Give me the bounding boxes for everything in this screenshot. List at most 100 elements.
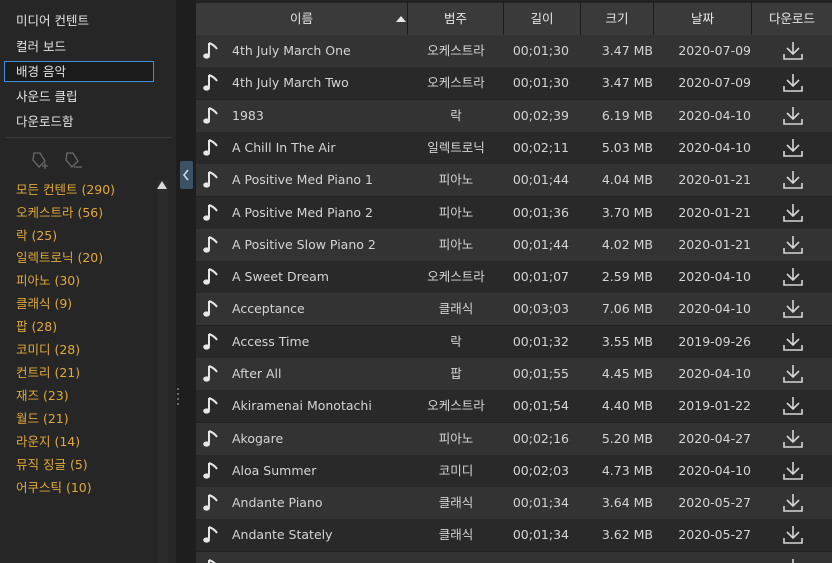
column-header-download[interactable]: 다운로드 <box>752 3 832 35</box>
splitter-grip-icon[interactable] <box>177 388 179 410</box>
table-row[interactable]: Andante Piano 클래식 00;01;34 3.64 MB 2020-05-2… <box>196 487 832 519</box>
category-piano[interactable]: 피아노 (30) <box>16 271 80 291</box>
row-size: 5.20 MB <box>601 431 653 446</box>
column-header-name[interactable]: 이름 <box>196 3 408 35</box>
download-icon[interactable] <box>782 326 808 358</box>
category-music-jingle[interactable]: 뮤직 징글 (5) <box>16 455 88 475</box>
download-icon[interactable] <box>782 390 808 422</box>
nav-sound-clips[interactable]: 사운드 클립 <box>4 86 154 107</box>
category-comedy[interactable]: 코미디 (28) <box>16 340 80 360</box>
column-header-length[interactable]: 길이 <box>504 3 581 35</box>
category-jazz[interactable]: 재즈 (23) <box>16 386 69 406</box>
row-size: 3.70 MB <box>601 205 653 220</box>
table-row[interactable]: A Chill In The Air 일렉트로닉 00;02;11 5.03 MB 20… <box>196 132 832 164</box>
music-note-icon <box>202 100 228 132</box>
row-size: 3.47 MB <box>601 43 653 58</box>
category-pop[interactable]: 팝 (28) <box>16 317 57 337</box>
panel-splitter[interactable] <box>176 0 196 563</box>
download-icon[interactable] <box>782 197 808 229</box>
column-header-size[interactable]: 크기 <box>581 3 654 35</box>
nav-divider <box>6 137 172 138</box>
row-category: 클래식 <box>438 495 474 510</box>
table-row[interactable]: Aloa Summer 코미디 00;02;03 4.73 MB 2020-04-10 <box>196 455 832 487</box>
table-row[interactable]: A Sweet Dream 오케스트라 00;01;07 2.59 MB 2020-04… <box>196 261 832 293</box>
row-category: 피아노 <box>438 172 474 187</box>
download-icon[interactable] <box>782 132 808 164</box>
download-icon[interactable] <box>782 423 808 455</box>
category-all[interactable]: 모든 컨텐트 (290) <box>16 180 115 200</box>
table-header: 이름 범주 길이 크기 날짜 다운로드 <box>196 3 832 35</box>
download-icon[interactable] <box>782 100 808 132</box>
table-row[interactable]: After All 팝 00;01;55 4.45 MB 2020-04-10 <box>196 358 832 390</box>
row-name: A Positive Slow Piano 2 <box>232 237 376 252</box>
download-icon[interactable] <box>782 35 808 67</box>
row-category: 클래식 <box>438 527 474 542</box>
table-row[interactable]: A Positive Slow Piano 2 피아노 00;01;44 4.02 M… <box>196 229 832 261</box>
row-category: 오케스트라 <box>427 43 485 58</box>
table-row[interactable] <box>196 552 832 563</box>
table-row[interactable]: A Positive Med Piano 2 피아노 00;01;36 3.70 MB… <box>196 197 832 229</box>
row-date: 2020-04-10 <box>678 140 751 155</box>
download-icon[interactable] <box>782 229 808 261</box>
collapse-sidebar-button[interactable] <box>180 161 193 189</box>
music-note-icon <box>202 390 228 422</box>
row-length: 00;01;55 <box>512 366 569 381</box>
table-row[interactable]: 4th July March One 오케스트라 00;01;30 3.47 MB 20… <box>196 35 832 67</box>
download-icon[interactable] <box>782 552 808 563</box>
download-icon[interactable] <box>782 164 808 196</box>
download-icon[interactable] <box>782 455 808 487</box>
download-icon[interactable] <box>782 358 808 390</box>
nav-media-content[interactable]: 미디어 컨텐트 <box>4 10 154 31</box>
music-note-icon <box>202 164 228 196</box>
nav-color-board[interactable]: 컬러 보드 <box>4 36 154 57</box>
download-icon[interactable] <box>782 519 808 551</box>
table-row[interactable]: Acceptance 클래식 00;03;03 7.06 MB 2020-04-10 <box>196 293 832 325</box>
table-row[interactable]: 4th July March Two 오케스트라 00;01;30 3.47 MB 20… <box>196 67 832 99</box>
row-name: Acceptance <box>232 301 305 316</box>
music-note-icon <box>202 132 228 164</box>
tag-remove-icon[interactable] <box>61 149 83 171</box>
row-name: Access Time <box>232 334 310 349</box>
music-note-icon <box>202 197 228 229</box>
music-table: 이름 범주 길이 크기 날짜 다운로드 4th July March One 오케… <box>196 0 832 563</box>
music-note-icon <box>202 35 228 67</box>
column-header-category[interactable]: 범주 <box>408 3 504 35</box>
category-acoustic[interactable]: 어쿠스틱 (10) <box>16 478 92 498</box>
category-rock[interactable]: 락 (25) <box>16 226 57 246</box>
tag-add-icon[interactable] <box>28 149 50 171</box>
download-icon[interactable] <box>782 261 808 293</box>
row-length: 00;02;39 <box>512 108 569 123</box>
column-header-date[interactable]: 날짜 <box>654 3 752 35</box>
category-country[interactable]: 컨트리 (21) <box>16 363 80 383</box>
table-row[interactable]: Akiramenai Monotachi 오케스트라 00;01;54 4.40 MB… <box>196 390 832 422</box>
row-length: 00;01;44 <box>512 237 569 252</box>
category-electronic[interactable]: 일렉트로닉 (20) <box>16 248 103 268</box>
table-row[interactable]: Akogare 피아노 00;02;16 5.20 MB 2020-04-27 <box>196 423 832 455</box>
music-note-icon <box>202 552 228 563</box>
nav-downloads[interactable]: 다운로드함 <box>4 111 154 132</box>
table-body[interactable]: 4th July March One 오케스트라 00;01;30 3.47 MB 20… <box>196 35 832 563</box>
table-row[interactable]: Andante Stately 클래식 00;01;34 3.62 MB 2020-05… <box>196 519 832 551</box>
row-category: 오케스트라 <box>427 75 485 90</box>
table-row[interactable]: A Positive Med Piano 1 피아노 00;01;44 4.04 MB… <box>196 164 832 196</box>
row-category: 팝 <box>450 366 462 381</box>
nav-background-music[interactable]: 배경 음악 <box>4 61 154 82</box>
row-size: 4.40 MB <box>601 398 653 413</box>
table-row[interactable]: Access Time 락 00;01;32 3.55 MB 2019-09-26 <box>196 326 832 358</box>
download-icon[interactable] <box>782 487 808 519</box>
category-orchestra[interactable]: 오케스트라 (56) <box>16 203 103 223</box>
row-length: 00;01;32 <box>512 334 569 349</box>
category-classical[interactable]: 클래식 (9) <box>16 294 72 314</box>
row-date: 2020-04-10 <box>678 463 751 478</box>
row-category: 일렉트로닉 <box>427 140 485 155</box>
category-lounge[interactable]: 라운지 (14) <box>16 432 80 452</box>
row-size: 6.19 MB <box>601 108 653 123</box>
row-date: 2020-07-09 <box>678 43 751 58</box>
category-world[interactable]: 월드 (21) <box>16 409 69 429</box>
category-scrollbar[interactable] <box>158 180 168 563</box>
download-icon[interactable] <box>782 293 808 325</box>
download-icon[interactable] <box>782 67 808 99</box>
table-row[interactable]: 1983 락 00;02;39 6.19 MB 2020-04-10 <box>196 100 832 132</box>
row-size: 2.59 MB <box>601 269 653 284</box>
scroll-up-arrow-icon[interactable] <box>157 181 167 189</box>
